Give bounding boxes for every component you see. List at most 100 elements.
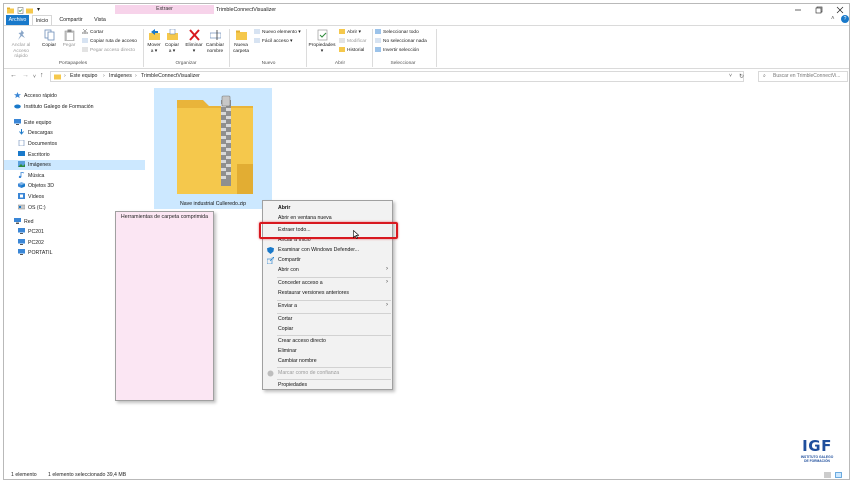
chevron-up-icon[interactable]: ˄ [831, 16, 835, 22]
menu-item-eliminar[interactable]: Eliminar [278, 348, 297, 355]
menu-item-compartir[interactable]: Compartir [278, 257, 301, 264]
menu-item-conceder-acceso[interactable]: Conceder acceso a [278, 280, 323, 287]
paste-button[interactable]: Pegar [60, 29, 78, 49]
copy-path-button[interactable]: Copiar ruta de acceso [82, 38, 137, 45]
menu-item-cortar[interactable]: Cortar [278, 316, 292, 323]
breadcrumb-imagenes[interactable]: Imágenes [109, 72, 132, 81]
select-all-button[interactable]: Seleccionar todo [375, 29, 419, 36]
nav-label: Este equipo [24, 120, 52, 126]
copy-path-label: Copiar ruta de acceso [90, 39, 137, 44]
help-icon[interactable]: ? [841, 15, 849, 23]
large-icons-view-icon[interactable] [835, 472, 842, 479]
file-item-zip[interactable]: Nave industrial Culleredo.zip [154, 88, 272, 209]
nav-item-onedrive[interactable]: Instituto Galego de Formación [14, 102, 94, 112]
nav-item-documentos[interactable]: Documentos [18, 139, 57, 149]
menu-item-abrir-ventana-nueva[interactable]: Abrir en ventana nueva [278, 215, 332, 222]
copy-icon [44, 29, 55, 41]
nav-item-portatil[interactable]: PORTATIL [18, 248, 53, 258]
nav-item-pc201[interactable]: PC201 [18, 227, 44, 237]
nav-item-os-c[interactable]: OS (C:) [17, 203, 46, 213]
address-bar[interactable]: › Este equipo › Imágenes › TrimbleConnec… [50, 71, 744, 82]
nav-label: Red [24, 219, 34, 225]
menu-item-copiar[interactable]: Copiar [278, 326, 293, 333]
maximize-icon[interactable] [813, 5, 825, 15]
details-view-icon[interactable] [824, 472, 831, 479]
open-button[interactable]: Abrir ▾ [339, 29, 361, 36]
mouse-cursor-icon [353, 229, 360, 241]
invert-selection-button[interactable]: Invertir selección [375, 47, 419, 54]
new-item-icon [254, 29, 260, 34]
tab-compartir[interactable]: Compartir [56, 15, 86, 25]
computer-icon [18, 249, 25, 255]
new-folder-label: Nueva carpeta [233, 43, 249, 54]
status-bar: 1 elemento 1 elemento seleccionado 39,4 … [4, 470, 849, 479]
menu-item-cambiar-nombre[interactable]: Cambiar nombre [278, 358, 317, 365]
submenu-arrow-icon: › [386, 266, 388, 272]
nav-item-escritorio[interactable]: Escritorio [18, 150, 50, 160]
nav-item-red[interactable]: Red [14, 217, 34, 227]
nav-item-acceso-rapido[interactable]: Acceso rápido [14, 91, 57, 101]
new-folder-quick-icon[interactable] [26, 7, 33, 14]
recent-locations-chevron-icon[interactable]: ˅ [33, 74, 36, 80]
minimize-icon[interactable] [792, 5, 804, 15]
menu-separator [277, 379, 391, 380]
properties-quick-icon[interactable] [17, 7, 24, 14]
refresh-icon[interactable]: ↻ [739, 73, 744, 80]
easy-access-button[interactable]: Fácil acceso ▾ [254, 38, 292, 45]
select-none-button[interactable]: No seleccionar nada [375, 38, 427, 45]
properties-button[interactable]: Propiedades ▾ [308, 29, 336, 54]
tab-archivo[interactable]: Archivo [6, 15, 29, 25]
delete-button[interactable]: Eliminar ▾ [184, 29, 204, 54]
paste-icon [64, 29, 75, 42]
breadcrumb-este-equipo[interactable]: Este equipo [70, 72, 97, 81]
menu-item-marcar-confianza[interactable]: Marcar como de confianza [278, 370, 339, 377]
rename-button[interactable]: Cambiar nombre [205, 29, 225, 54]
nav-label: OS (C:) [28, 205, 46, 211]
menu-item-propiedades[interactable]: Propiedades [278, 382, 307, 389]
pin-quick-access-button[interactable]: Anclar al Acceso rápido [6, 29, 36, 60]
nav-item-videos[interactable]: Vídeos [18, 192, 44, 202]
menu-item-enviar-a[interactable]: Enviar a [278, 303, 297, 310]
menu-item-windows-defender[interactable]: Examinar con Windows Defender... [278, 247, 359, 254]
address-dropdown-chevron-icon[interactable]: ˅ [729, 72, 732, 81]
copy-to-button[interactable]: Copiar a ▾ [164, 28, 180, 54]
open-label: Abrir ▾ [347, 30, 361, 35]
cut-button[interactable]: Cortar [82, 28, 103, 36]
cube-icon [18, 182, 25, 188]
search-input[interactable]: ⌕ Buscar en TrimbleConnectVi... [758, 71, 848, 82]
forward-arrow-icon[interactable]: → [22, 72, 29, 79]
copy-folder-icon [166, 28, 178, 41]
nav-item-pc202[interactable]: PC202 [18, 238, 44, 248]
breadcrumb-trimbleconnectvisualizer[interactable]: TrimbleConnectVisualizer [141, 72, 200, 81]
menu-item-abrir-con[interactable]: Abrir con [278, 267, 299, 274]
menu-item-crear-acceso-directo[interactable]: Crear acceso directo [278, 338, 326, 345]
nav-item-objetos-3d[interactable]: Objetos 3D [18, 181, 54, 191]
tab-inicio[interactable]: Inicio [32, 15, 52, 25]
invert-selection-label: Invertir selección [383, 48, 419, 53]
close-icon[interactable] [834, 5, 846, 15]
nav-item-musica[interactable]: Música [18, 171, 44, 181]
status-item-count: 1 elemento [11, 472, 37, 478]
nav-label: PC202 [28, 240, 44, 246]
menu-item-restaurar-versiones[interactable]: Restaurar versiones anteriores [278, 290, 349, 297]
menu-item-abrir[interactable]: Abrir [278, 205, 290, 212]
nav-label: PORTATIL [28, 250, 53, 256]
nav-item-descargas[interactable]: Descargas [18, 128, 53, 138]
edit-button[interactable]: Modificar [339, 38, 366, 45]
back-arrow-icon[interactable]: ← [10, 72, 17, 79]
paste-shortcut-button[interactable]: Pegar acceso directo [82, 47, 135, 54]
move-to-button[interactable]: Mover a ▾ [146, 29, 162, 54]
nav-label: Música [28, 173, 45, 179]
new-item-label: Nuevo elemento ▾ [262, 30, 301, 35]
quick-access-dropdown[interactable]: ▾ [37, 6, 40, 13]
copy-button[interactable]: Copiar [40, 29, 58, 49]
up-arrow-icon[interactable]: ↑ [40, 72, 44, 79]
history-button[interactable]: Historial [339, 47, 364, 54]
nav-item-este-equipo[interactable]: Este equipo [14, 118, 51, 128]
new-folder-button[interactable]: Nueva carpeta [231, 29, 251, 54]
nav-item-imagenes[interactable]: Imágenes [4, 160, 145, 170]
group-portapapeles: Portapapeles [58, 61, 88, 66]
explorer-window: ▾ Extraer TrimbleConnectVisualizer Archi… [3, 3, 850, 480]
new-item-button[interactable]: Nuevo elemento ▾ [254, 29, 301, 36]
tab-vista[interactable]: Vista [90, 15, 110, 25]
